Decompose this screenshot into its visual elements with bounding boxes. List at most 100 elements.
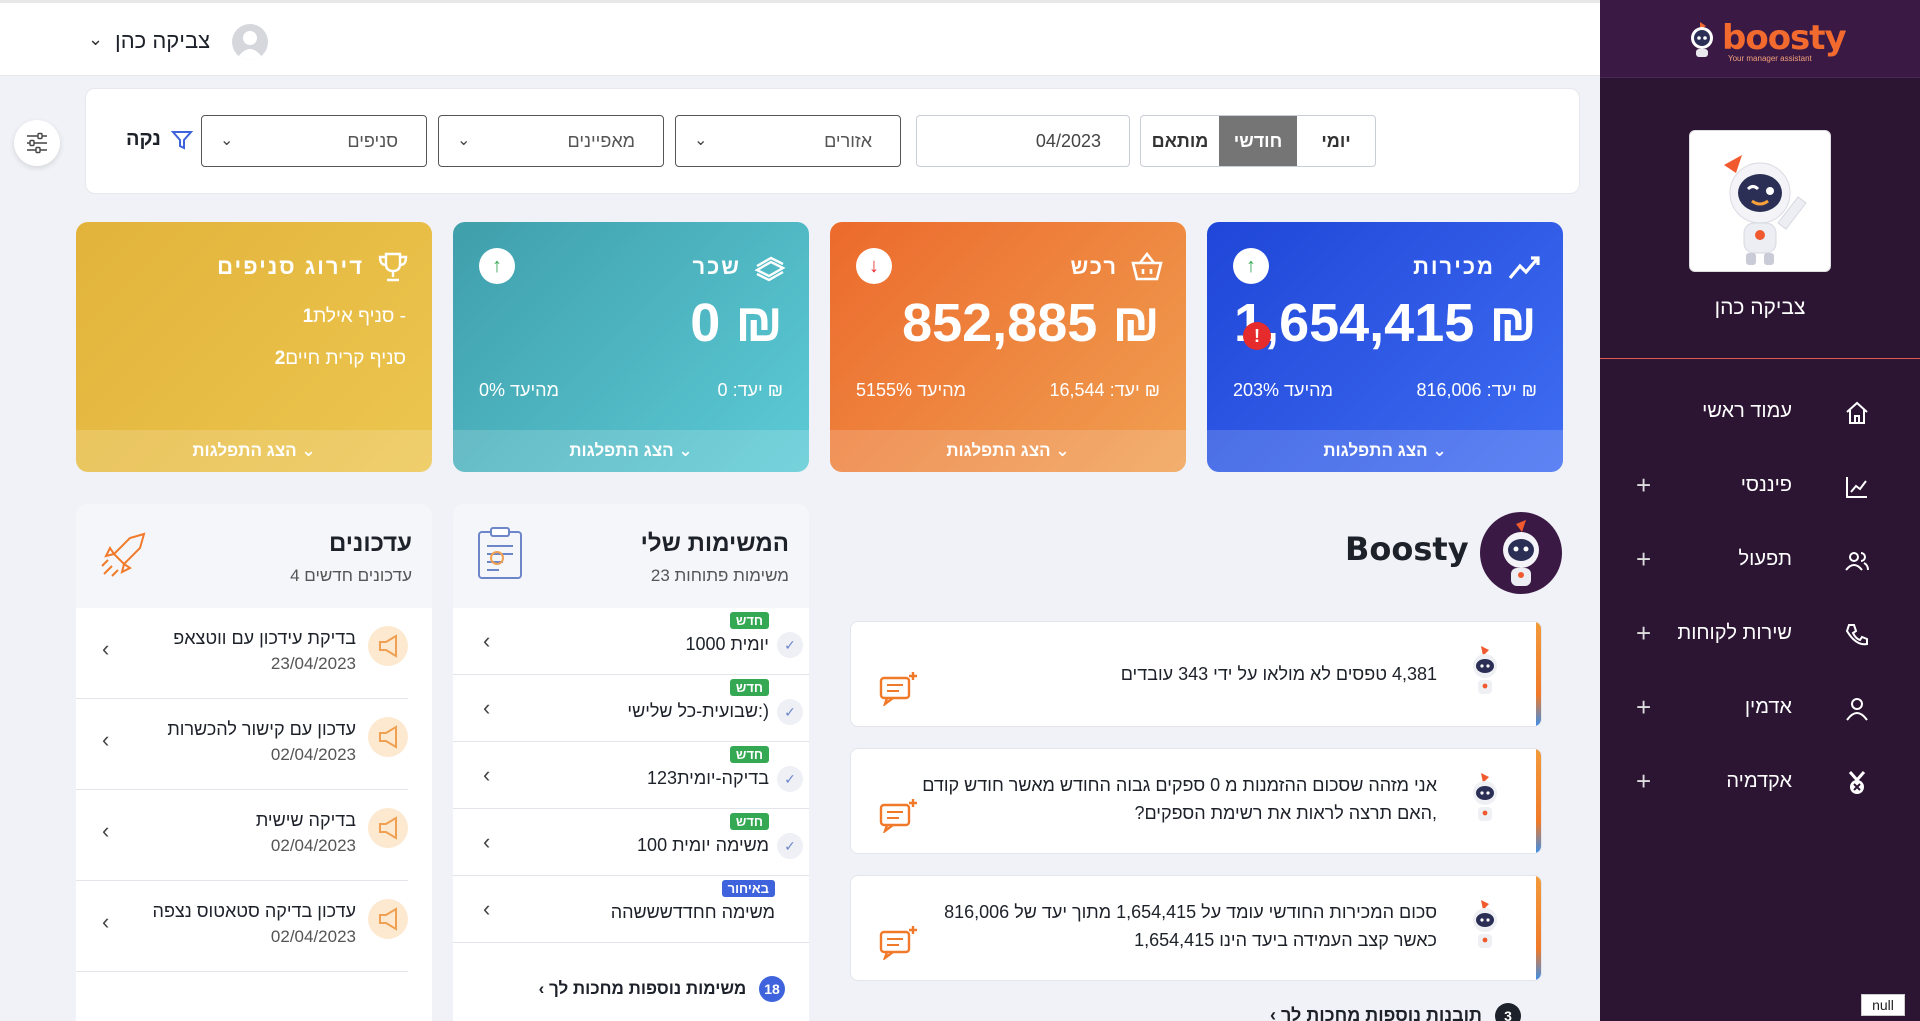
expand-plus-icon[interactable]: + <box>1636 544 1651 574</box>
show-distribution-button[interactable]: הצג התפלגות ⌄ <box>76 430 432 472</box>
task-name: יומית 1000 <box>685 634 769 654</box>
rank-branch-name: סניף אילת - <box>313 306 406 327</box>
clear-filters-button[interactable]: נקה <box>126 128 161 151</box>
sidebar-header: boosty Your manager assistant <box>1600 0 1920 78</box>
check-icon[interactable]: ✓ <box>777 699 803 725</box>
update-date: 02/04/2023 <box>270 927 356 946</box>
trend-up-arrow-icon: ↑ <box>479 248 515 284</box>
ranking-row[interactable]: 2סניף קרית חיים <box>263 348 406 370</box>
task-row[interactable]: חדש בדיקה-יומית123 ✓ ‹ <box>453 742 809 809</box>
sidebar-item-home[interactable]: עמוד ראשי <box>1600 388 1920 438</box>
show-distribution-label: הצג התפלגות <box>1323 441 1428 460</box>
task-row[interactable]: חדש יומית 1000 ✓ ‹ <box>453 608 809 675</box>
update-row[interactable]: עדכון עם קישור להכשרות 02/04/2023 ‹ <box>76 699 408 790</box>
task-badge: חדש <box>729 813 769 830</box>
branches-select[interactable]: סניפים ⌄ <box>201 115 427 167</box>
task-badge: חדש <box>729 679 769 696</box>
show-distribution-button[interactable]: הצג התפלגות ⌄ <box>453 430 809 472</box>
show-distribution-label: הצג התפלגות <box>569 441 674 460</box>
check-icon[interactable]: ✓ <box>777 833 803 859</box>
megaphone-icon <box>368 899 408 939</box>
chevron-left-icon[interactable]: ‹ <box>102 818 109 844</box>
rocket-icon <box>101 532 146 577</box>
more-tasks-link[interactable]: ‹ משימות נוספות מחכות לך 18 <box>539 976 785 1002</box>
more-tasks-label: משימות נוספות מחכות לך <box>549 979 747 998</box>
update-date: 02/04/2023 <box>270 745 356 764</box>
profile-avatar[interactable] <box>1689 130 1831 272</box>
kpi-value: 852,885 ₪ <box>902 293 1160 353</box>
add-comment-icon[interactable] <box>879 797 919 833</box>
check-icon[interactable]: ✓ <box>777 632 803 658</box>
add-comment-icon[interactable] <box>879 670 919 706</box>
task-row[interactable]: באיחור משימה חחדדשששהה ‹ <box>453 876 809 943</box>
insight-card[interactable]: אני מזהה שסכום ההזמנות מ 0 ספקים גבוה הח… <box>850 748 1542 854</box>
features-select[interactable]: מאפיינים ⌄ <box>438 115 664 167</box>
tasks-title: המשימות שלי <box>640 530 789 557</box>
chevron-left-icon[interactable]: ‹ <box>483 762 490 788</box>
sidebar-item-customer-service[interactable]: + שירות לקוחות <box>1600 610 1920 660</box>
update-title: עדכון בדיקה סטאטוס נצפה <box>152 901 356 921</box>
sidebar-item-academy[interactable]: + אקדמיה <box>1600 758 1920 808</box>
ranking-row[interactable]: 1סניף אילת - <box>291 306 406 328</box>
sliders-icon <box>27 132 47 154</box>
show-distribution-button[interactable]: הצג התפלגות ⌄ <box>1207 430 1563 472</box>
insight-text: אני מזהה שסכום ההזמנות מ 0 ספקים גבוה הח… <box>922 775 1437 823</box>
update-row[interactable]: בדיקה שישית 02/04/2023 ‹ <box>76 790 408 881</box>
expand-plus-icon[interactable]: + <box>1636 692 1651 722</box>
task-row[interactable]: חדש משימה יומית 100 ✓ ‹ <box>453 809 809 876</box>
sidebar-item-label: שירות לקוחות <box>1677 622 1792 644</box>
add-comment-icon[interactable] <box>879 924 919 960</box>
chevron-left-icon[interactable]: ‹ <box>483 628 490 654</box>
expand-plus-icon[interactable]: + <box>1636 618 1651 648</box>
update-row[interactable]: עדכון בדיקה סטאטוס נצפה 02/04/2023 ‹ <box>76 881 408 972</box>
insight-card[interactable]: סכום המכירות החודשי עומד על 1,654,415 מת… <box>850 875 1542 981</box>
user-avatar[interactable] <box>232 24 268 60</box>
task-badge: חדש <box>729 612 769 629</box>
alert-icon[interactable]: ! <box>1243 322 1271 350</box>
chevron-down-icon: ⌄ <box>694 132 708 149</box>
sidebar-item-operations[interactable]: + תפעול <box>1600 536 1920 586</box>
kpi-sales-card: מכירות ↑ 1,654,415 ₪ ! יעד: 816,006 ₪ 20… <box>1207 222 1563 472</box>
funnel-icon[interactable] <box>171 129 193 151</box>
check-icon[interactable]: ✓ <box>777 766 803 792</box>
task-name: שבועית-כל שלישי:) <box>627 701 769 721</box>
task-badge: באיחור <box>721 880 775 897</box>
date-value: 04/2023 <box>1035 131 1101 151</box>
brand-tagline: Your manager assistant <box>1728 54 1812 63</box>
kpi-percent: 0% מהיעד <box>479 380 559 400</box>
chevron-down-icon: ⌄ <box>301 441 316 460</box>
chevron-down-icon: ⌄ <box>678 441 693 460</box>
period-monthly-button[interactable]: חודשי <box>1219 116 1297 166</box>
sidebar-item-admin[interactable]: + אדמין <box>1600 684 1920 734</box>
insight-card[interactable]: 4,381 טפסים לא מולאו על ידי 343 עובדים <box>850 621 1542 727</box>
task-row[interactable]: חדש שבועית-כל שלישי:) ✓ ‹ <box>453 675 809 742</box>
expand-plus-icon[interactable]: + <box>1636 470 1651 500</box>
insight-text: 4,381 טפסים לא מולאו על ידי 343 עובדים <box>1120 664 1437 684</box>
more-insights-link[interactable]: ‹ תובנות נוספות מחכות לך 3 <box>1270 1003 1521 1021</box>
sidebar-item-finance[interactable]: + פיננסי <box>1600 462 1920 512</box>
chevron-down-icon[interactable]: ⌄ <box>88 29 103 50</box>
chevron-left-icon[interactable]: ‹ <box>483 695 490 721</box>
regions-select[interactable]: אזורים ⌄ <box>675 115 901 167</box>
filter-settings-button[interactable] <box>14 120 60 166</box>
tasks-panel: המשימות שלי 23 משימות פתוחות חדש יומית 1… <box>453 504 809 1021</box>
show-distribution-button[interactable]: הצג התפלגות ⌄ <box>830 430 1186 472</box>
chevron-left-icon[interactable]: ‹ <box>102 727 109 753</box>
chevron-left-icon[interactable]: ‹ <box>102 636 109 662</box>
kpi-percent: 203% מהיעד <box>1233 380 1333 400</box>
period-custom-button[interactable]: מותאם <box>1141 116 1219 166</box>
chevron-left-icon[interactable]: ‹ <box>483 829 490 855</box>
expand-plus-icon[interactable]: + <box>1636 766 1651 796</box>
chevron-left-icon[interactable]: ‹ <box>483 896 490 922</box>
chevron-down-icon: ⌄ <box>220 132 234 149</box>
chevron-left-icon[interactable]: ‹ <box>102 909 109 935</box>
update-row[interactable]: בדיקת עידכון עם ווטצאפ 23/04/2023 ‹ <box>76 608 408 699</box>
updates-panel: עדכונים 4 עדכונים חדשים בדיקת עידכון עם … <box>76 504 432 1021</box>
clipboard-icon <box>478 527 522 579</box>
robot-icon <box>1473 900 1497 948</box>
date-picker[interactable]: 04/2023 <box>916 115 1130 167</box>
brand-logo[interactable]: boosty Your manager assistant <box>1680 14 1847 64</box>
user-name[interactable]: צביקה כהן <box>115 28 210 54</box>
updates-title: עדכונים <box>328 530 412 557</box>
period-daily-button[interactable]: יומי <box>1297 116 1375 166</box>
